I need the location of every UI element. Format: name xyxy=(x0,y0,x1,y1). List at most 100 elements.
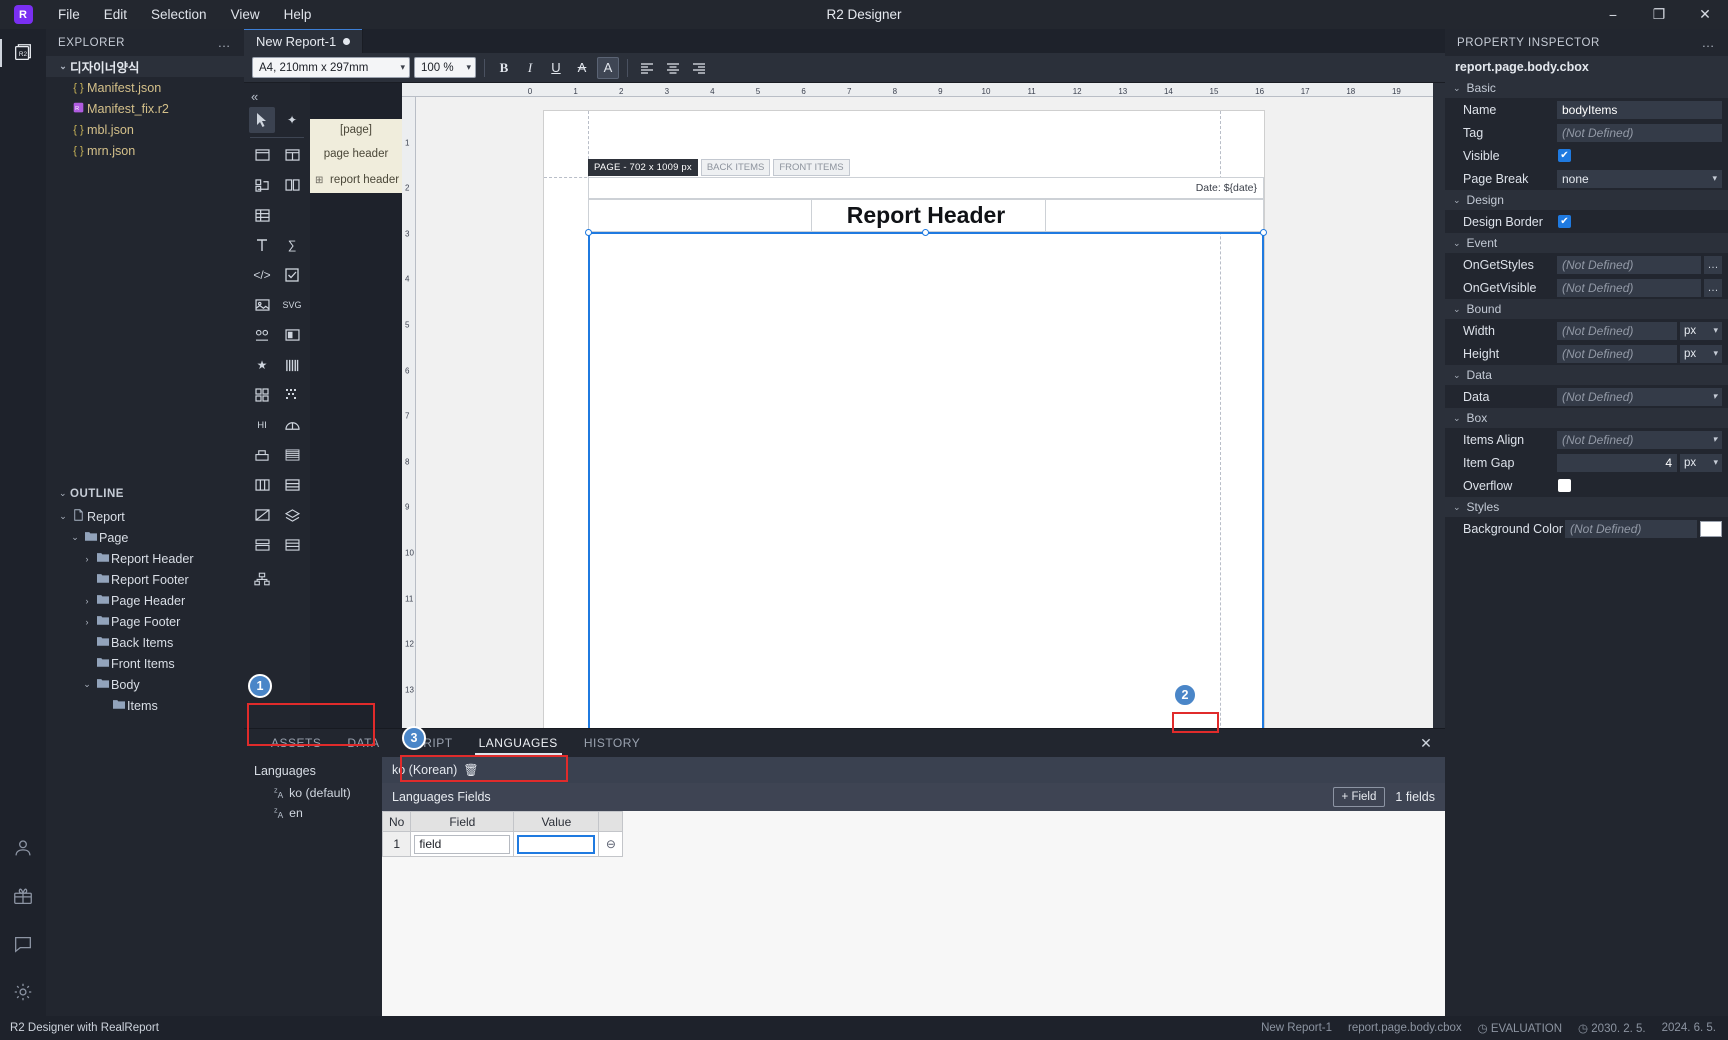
explorer-root-folder[interactable]: ⌄ 디자이너양식 xyxy=(46,56,244,77)
visible-checkbox[interactable]: ✔ xyxy=(1558,149,1571,162)
code-tool[interactable]: </> xyxy=(249,262,275,288)
align-center-button[interactable] xyxy=(662,57,684,79)
box-tool[interactable] xyxy=(279,322,305,348)
field-value-input[interactable] xyxy=(517,834,596,854)
ongetstyles-more-button[interactable]: … xyxy=(1704,255,1722,274)
align-right-button[interactable] xyxy=(688,57,710,79)
table-tool[interactable] xyxy=(279,142,305,168)
outline-node-back-items[interactable]: Back Items xyxy=(46,632,244,653)
group-bound[interactable]: ⌄ Bound xyxy=(1445,299,1728,319)
node-tool[interactable] xyxy=(249,566,275,592)
remove-field-button[interactable]: ⊖ xyxy=(598,831,624,857)
outline-node-report[interactable]: ⌄ Report xyxy=(46,506,244,527)
background-color-swatch[interactable] xyxy=(1700,520,1722,537)
close-panel-icon[interactable]: ✕ xyxy=(1417,734,1435,752)
group-basic[interactable]: ⌄ Basic xyxy=(1445,78,1728,98)
chevron-down-icon[interactable]: ⌄ xyxy=(80,679,94,690)
explorer-file-mbl-json[interactable]: { } mbl.json xyxy=(46,119,244,140)
shade-tool[interactable] xyxy=(279,442,305,468)
delete-language-icon[interactable]: 🗑 xyxy=(463,763,478,777)
star-tool[interactable]: ★ xyxy=(249,352,275,378)
language-item-ko[interactable]: ᶻA ko (default) xyxy=(244,783,382,803)
columns3-tool[interactable] xyxy=(249,472,275,498)
rows2-tool[interactable] xyxy=(279,532,305,558)
outline-header[interactable]: ⌄ OUTLINE xyxy=(46,481,244,506)
chevron-right-icon[interactable]: › xyxy=(80,554,94,564)
page-header-strip[interactable]: Date: ${date} xyxy=(588,177,1264,199)
activity-feedback-icon[interactable] xyxy=(0,920,46,968)
ongetvisible-more-button[interactable]: … xyxy=(1704,278,1722,297)
outline-node-page-footer[interactable]: › Page Footer xyxy=(46,611,244,632)
front-items-badge[interactable]: FRONT ITEMS xyxy=(773,159,850,176)
height-input[interactable]: (Not Defined) xyxy=(1557,344,1677,363)
rows-tool[interactable] xyxy=(249,532,275,558)
stamp-tool[interactable] xyxy=(249,442,275,468)
columns-tool[interactable] xyxy=(279,172,305,198)
ongetvisible-input[interactable]: (Not Defined) xyxy=(1557,278,1701,297)
tab-data[interactable]: DATA xyxy=(334,729,392,757)
bars-tool[interactable] xyxy=(279,352,305,378)
row-field-cell[interactable]: field xyxy=(410,831,515,857)
report-paper[interactable]: PAGE - 702 x 1009 px BACK ITEMS FRONT IT… xyxy=(544,111,1267,851)
activity-r2-explorer-icon[interactable]: R2 xyxy=(0,29,46,77)
chevron-down-icon[interactable]: ⌄ xyxy=(68,532,82,543)
align-left-button[interactable] xyxy=(636,57,658,79)
width-input[interactable]: (Not Defined) xyxy=(1557,321,1677,340)
select-tool[interactable] xyxy=(249,107,275,133)
menu-item-view[interactable]: View xyxy=(219,2,272,27)
resize-handle-tr[interactable] xyxy=(1260,229,1267,236)
items-align-select[interactable]: (Not Defined) xyxy=(1557,430,1722,449)
name-input[interactable]: bodyItems xyxy=(1557,100,1722,119)
explorer-more-icon[interactable]: … xyxy=(218,35,233,50)
item-gap-unit-select[interactable]: px xyxy=(1680,453,1722,472)
maximize-button[interactable]: ❐ xyxy=(1636,0,1682,29)
explorer-file-manifest-json[interactable]: { } Manifest.json xyxy=(46,77,244,98)
band-report-header[interactable]: report header xyxy=(310,167,402,193)
outline-node-front-items[interactable]: Front Items xyxy=(46,653,244,674)
group-design[interactable]: ⌄ Design xyxy=(1445,190,1728,210)
bold-button[interactable]: B xyxy=(493,57,515,79)
data-select[interactable]: (Not Defined) xyxy=(1557,387,1722,406)
grid-tool[interactable] xyxy=(249,202,275,228)
layers-tool[interactable] xyxy=(279,502,305,528)
height-unit-select[interactable]: px xyxy=(1680,344,1722,363)
width-unit-select[interactable]: px xyxy=(1680,321,1722,340)
resize-handle-tc[interactable] xyxy=(922,229,929,236)
checkbox-tool[interactable] xyxy=(279,262,305,288)
explorer-file-manifest-fix-r2[interactable]: R Manifest_fix.r2 xyxy=(46,98,244,119)
design-border-checkbox[interactable]: ✔ xyxy=(1558,215,1571,228)
page-break-select[interactable]: none xyxy=(1557,169,1722,188)
text-tool[interactable] xyxy=(249,232,275,258)
group-event[interactable]: ⌄ Event xyxy=(1445,233,1728,253)
table-row[interactable]: 1 field ⊖ xyxy=(381,831,624,857)
page-size-select[interactable]: A4, 210mm x 297mm xyxy=(252,57,410,78)
html-tool[interactable]: HI xyxy=(249,412,275,438)
resize-handle-tl[interactable] xyxy=(585,229,592,236)
outline-node-page-header[interactable]: › Page Header xyxy=(46,590,244,611)
list-tool[interactable] xyxy=(279,472,305,498)
group-styles[interactable]: ⌄ Styles xyxy=(1445,497,1728,517)
tab-languages[interactable]: LANGUAGES xyxy=(466,729,571,757)
menu-item-file[interactable]: File xyxy=(46,2,92,27)
panel-tool[interactable] xyxy=(249,142,275,168)
row-value-cell[interactable] xyxy=(513,831,600,857)
outline-node-page[interactable]: ⌄ Page xyxy=(46,527,244,548)
activity-gift-icon[interactable] xyxy=(0,872,46,920)
menu-item-selection[interactable]: Selection xyxy=(139,2,219,27)
sum-tool[interactable]: ∑ xyxy=(279,232,305,258)
menu-item-edit[interactable]: Edit xyxy=(92,2,139,27)
activity-account-icon[interactable] xyxy=(0,824,46,872)
activity-settings-gear-icon[interactable] xyxy=(0,968,46,1016)
inspector-more-icon[interactable]: … xyxy=(1702,35,1717,50)
band-page[interactable]: [page] xyxy=(310,119,402,141)
image-tool[interactable] xyxy=(249,292,275,318)
editor-tab-new-report-1[interactable]: New Report-1 xyxy=(244,29,364,53)
overflow-checkbox[interactable] xyxy=(1558,479,1571,492)
menu-item-help[interactable]: Help xyxy=(272,2,324,27)
close-button[interactable]: ✕ xyxy=(1682,0,1728,29)
flow-tool[interactable] xyxy=(249,172,275,198)
qr-tool[interactable] xyxy=(249,382,275,408)
collapse-palette-icon[interactable]: « xyxy=(244,85,310,107)
svg-tool[interactable]: SVG xyxy=(279,292,305,318)
outline-node-report-header[interactable]: › Report Header xyxy=(46,548,244,569)
